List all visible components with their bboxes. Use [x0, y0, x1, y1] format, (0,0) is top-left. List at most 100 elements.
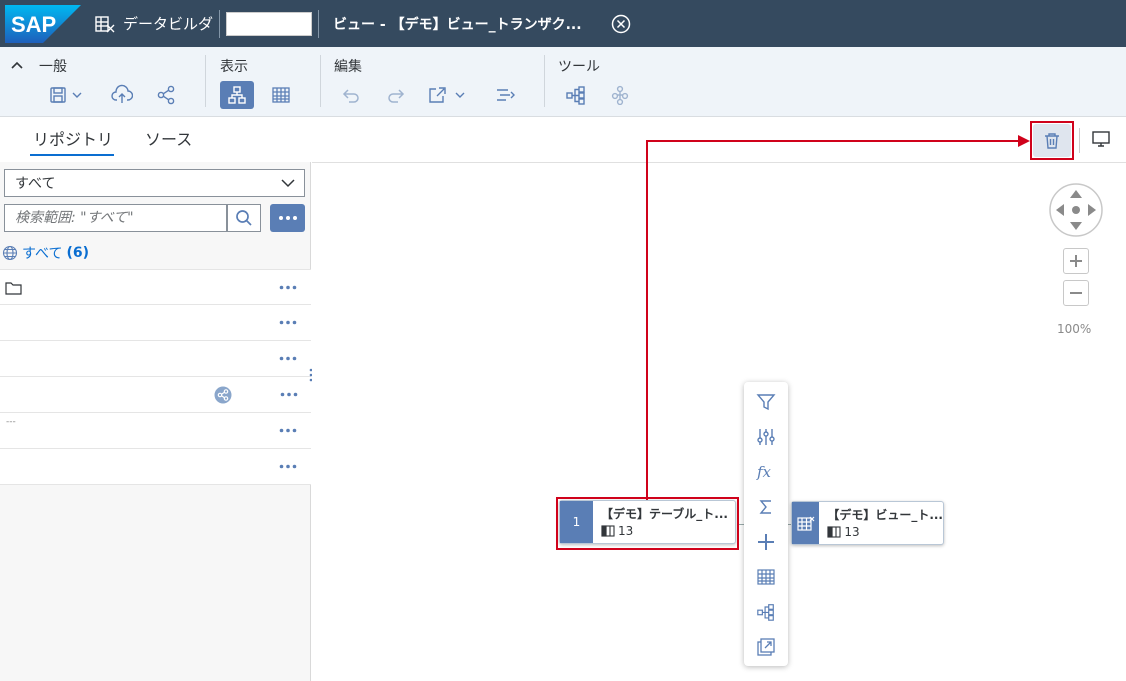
row-more-icon[interactable]: [279, 285, 297, 290]
toolbar-group-tools: ツール: [545, 47, 665, 117]
target-node[interactable]: 【デモ】ビュー_ト... 13: [791, 501, 944, 545]
table-icon: [757, 569, 775, 585]
list-item[interactable]: [0, 341, 311, 377]
table-preview-button[interactable]: [754, 565, 778, 589]
node-column-count: 13: [844, 525, 860, 539]
aggregation-button[interactable]: [754, 495, 778, 519]
tab-repository[interactable]: リポジトリ: [33, 126, 113, 150]
view-title: ビュー - 【デモ】ビュー_トランザク...: [333, 16, 582, 33]
network-icon: [611, 85, 629, 105]
left-panel: リポジトリ ソース すべて すべて (6) ---: [0, 118, 311, 681]
lineage-button[interactable]: [754, 600, 778, 624]
row-more-icon[interactable]: [279, 428, 297, 433]
table-icon: [272, 87, 290, 103]
plus-icon: [758, 534, 774, 550]
toolbar-group-label: 表示: [220, 59, 248, 75]
navigation-control[interactable]: [1048, 182, 1104, 238]
more-options-button[interactable]: [270, 204, 305, 232]
folder-icon: [5, 282, 22, 295]
lineage-icon: [757, 604, 774, 621]
toolbar-group-label: 一般: [39, 59, 67, 75]
collapse-icon[interactable]: [10, 60, 24, 70]
shell-separator: [219, 9, 221, 38]
more-icon: [278, 216, 297, 220]
tab-underline: [30, 154, 114, 156]
impact-lineage-button[interactable]: [561, 81, 591, 109]
zoom-out-button[interactable]: [1063, 280, 1089, 306]
row-more-icon[interactable]: [279, 356, 297, 361]
toolbar-group-display: 表示: [206, 47, 320, 117]
calculated-column-button[interactable]: fx: [754, 460, 778, 484]
filter-button[interactable]: [754, 390, 778, 414]
highlight-connector-horizontal: [646, 140, 1026, 142]
node-body: 【デモ】ビュー_ト... 13: [819, 502, 943, 544]
view-icon: [797, 516, 815, 531]
redo-button[interactable]: [382, 81, 410, 109]
diagram-view-button[interactable]: [220, 81, 254, 109]
repository-list: ---: [0, 269, 311, 485]
share-button[interactable]: [152, 81, 180, 109]
shell-separator: [318, 9, 320, 38]
all-items-count: (6): [66, 245, 90, 261]
zoom-level: 100%: [1057, 322, 1092, 336]
monitor-icon[interactable]: [1090, 130, 1112, 148]
save-icon: [50, 87, 82, 103]
close-icon[interactable]: [610, 13, 632, 35]
row-more-icon[interactable]: [279, 320, 297, 325]
projection-button[interactable]: [754, 425, 778, 449]
row-more-icon[interactable]: [279, 464, 297, 469]
toolbar-group-general: 一般: [0, 47, 205, 117]
list-item[interactable]: [0, 305, 311, 341]
list-item[interactable]: ---: [0, 413, 311, 449]
list-item[interactable]: [0, 377, 311, 413]
columns-icon: [827, 526, 841, 538]
open-external-icon: [757, 638, 775, 656]
arrow-head-icon: [1018, 135, 1030, 147]
search-button[interactable]: [227, 204, 261, 232]
diagram-canvas[interactable]: 100% 1 【デモ】テーブル_ト... 13 【デモ】ビュー_ト... 13: [312, 118, 1126, 681]
search-input[interactable]: [4, 204, 227, 232]
sigma-icon: [759, 500, 771, 514]
shell-bar: SAP データビルダ ビュー - 【デモ】ビュー_トランザク...: [0, 0, 1126, 47]
node-context-toolbar: fx: [744, 382, 788, 666]
globe-icon: [2, 245, 18, 261]
lineage-icon: [566, 86, 585, 105]
toolbar-group-label: 編集: [334, 59, 362, 75]
row-more-icon[interactable]: [280, 392, 298, 397]
deploy-button[interactable]: [108, 81, 136, 109]
all-items-label: すべて: [22, 246, 63, 262]
open-in-editor-button[interactable]: [754, 635, 778, 659]
app-name: データビルダ: [123, 15, 214, 33]
filter-icon: [756, 394, 776, 411]
table-view-button[interactable]: [266, 81, 296, 109]
function-icon: fx: [756, 463, 772, 481]
highlight-box: [556, 497, 739, 550]
export-menu-button[interactable]: [425, 81, 471, 109]
space-name-box: [226, 11, 313, 36]
filter-select-value: すべて: [15, 176, 56, 192]
cloud-upload-icon: [111, 84, 133, 103]
tab-sources[interactable]: ソース: [145, 126, 192, 150]
highlight-connector-vertical: [646, 140, 648, 500]
save-menu-button[interactable]: [46, 81, 88, 109]
list-item[interactable]: [0, 449, 311, 485]
undo-icon: [342, 89, 359, 103]
view-node-icon: [792, 502, 820, 544]
add-button[interactable]: [754, 530, 778, 554]
data-builder-icon: [93, 12, 117, 36]
auto-layout-icon: [497, 89, 515, 101]
all-items-header[interactable]: すべて (6): [2, 243, 89, 263]
list-item[interactable]: [0, 269, 311, 305]
validation-button[interactable]: [605, 81, 635, 109]
sap-logo[interactable]: SAP: [5, 4, 85, 43]
filter-select[interactable]: すべて: [4, 169, 305, 197]
undo-button[interactable]: [337, 81, 365, 109]
shared-icon: [214, 386, 232, 404]
svg-text:fx: fx: [756, 463, 772, 481]
zoom-in-button[interactable]: [1063, 248, 1089, 274]
plus-icon: [1070, 255, 1082, 267]
chevron-down-icon: [281, 179, 295, 188]
canvas-toolbar-separator: [1079, 128, 1080, 153]
auto-layout-button[interactable]: [491, 81, 519, 109]
left-tabs: リポジトリ ソース: [0, 118, 311, 162]
